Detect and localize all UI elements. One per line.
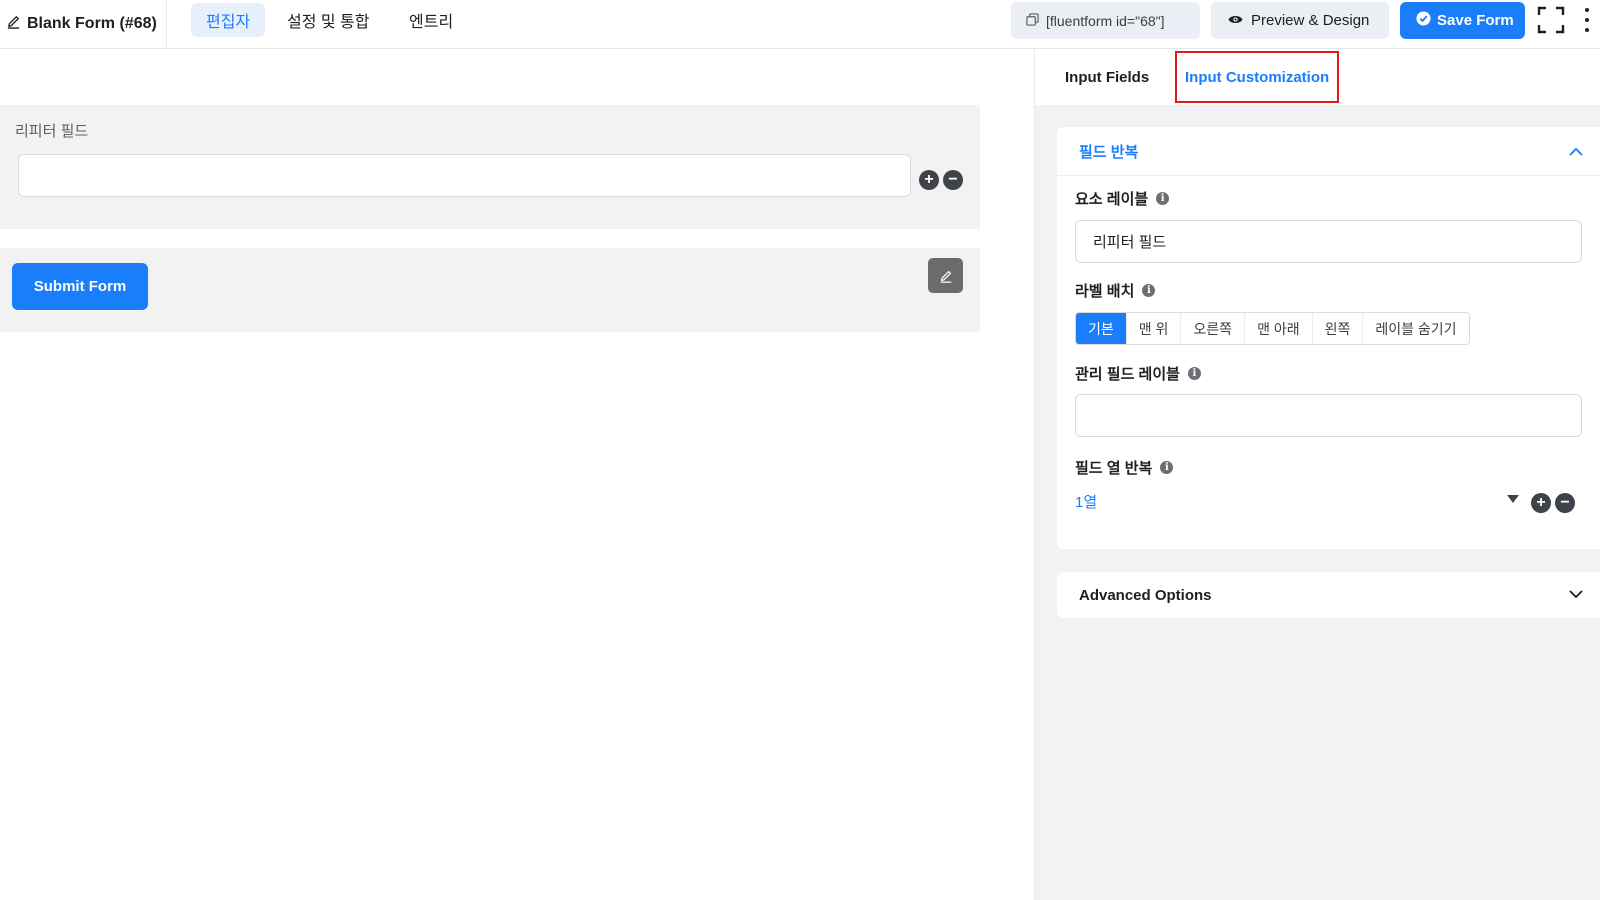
submit-form-button[interactable]: Submit Form (12, 263, 148, 310)
remove-row-icon[interactable]: − (943, 170, 963, 190)
top-bar: Blank Form (#68) 편집자 설정 및 통합 엔트리 [fluent… (0, 0, 1600, 49)
repeat-columns-text: 필드 열 반복 (1075, 460, 1153, 477)
label-placement-options: 기본 맨 위 오른쪽 맨 아래 왼쪽 레이블 숨기기 (1075, 312, 1470, 345)
advanced-options-title: Advanced Options (1079, 586, 1212, 604)
form-title: Blank Form (#68) (6, 0, 167, 48)
shortcode-copy-button[interactable]: [fluentform id="68"] (1011, 2, 1200, 39)
pencil-icon (6, 14, 21, 34)
add-column-icon[interactable]: + (1531, 493, 1551, 513)
form-title-text: Blank Form (#68) (27, 15, 157, 32)
copy-icon (1026, 12, 1039, 29)
repeat-columns-select[interactable]: 1열 (1075, 491, 1097, 512)
label-placement-title: 라벨 배치 i (1075, 280, 1156, 301)
info-icon[interactable]: i (1156, 192, 1170, 205)
admin-label-text: 관리 필드 레이블 (1075, 366, 1180, 383)
admin-label-title: 관리 필드 레이블 i (1075, 363, 1201, 384)
label-placement-text: 라벨 배치 (1075, 283, 1135, 300)
element-label-title: 요소 레이블 i (1075, 188, 1170, 209)
tab-input-customization[interactable]: Input Customization (1175, 51, 1340, 103)
form-canvas: 리피터 필드 + − Submit Form (0, 49, 1034, 900)
info-icon[interactable]: i (1160, 461, 1174, 474)
element-label-input[interactable]: 리피터 필드 (1075, 220, 1582, 263)
shortcode-text: [fluentform id="68"] (1046, 12, 1165, 29)
placement-option-left[interactable]: 왼쪽 (1312, 313, 1364, 344)
tab-input-fields[interactable]: Input Fields (1057, 49, 1157, 105)
repeater-field-label: 리피터 필드 (15, 123, 89, 140)
info-icon[interactable]: i (1187, 367, 1201, 380)
tab-entries[interactable]: 엔트리 (394, 3, 468, 37)
panel-title: 필드 반복 (1079, 143, 1139, 161)
preview-label: Preview & Design (1251, 12, 1370, 29)
check-circle-icon (1416, 11, 1431, 30)
tab-settings-integrations[interactable]: 설정 및 통합 (272, 3, 385, 37)
remove-column-icon[interactable]: − (1555, 493, 1575, 513)
advanced-options-header[interactable]: Advanced Options (1057, 572, 1600, 618)
placement-option-default[interactable]: 기본 (1076, 313, 1127, 344)
tab-editor[interactable]: 편집자 (191, 3, 266, 37)
placement-option-right[interactable]: 오른쪽 (1181, 313, 1246, 344)
repeat-columns-title: 필드 열 반복 i (1075, 457, 1174, 478)
info-icon[interactable]: i (1142, 284, 1156, 297)
panel-header[interactable]: 필드 반복 (1057, 127, 1600, 176)
field-settings-panel: 필드 반복 요소 레이블 i 리피터 필드 라벨 배치 i 기본 맨 위 오른쪽… (1057, 127, 1600, 549)
submit-block: Submit Form (0, 248, 980, 332)
repeater-field-input[interactable] (18, 154, 911, 197)
edit-icon[interactable] (928, 258, 963, 293)
sidebar-tabs: Input Fields Input Customization (1035, 49, 1600, 105)
repeater-field-block[interactable]: 리피터 필드 + − (0, 105, 980, 229)
fullscreen-icon[interactable] (1537, 6, 1565, 34)
settings-sidebar: Input Fields Input Customization 필드 반복 요… (1034, 49, 1600, 900)
placement-option-bottom[interactable]: 맨 아래 (1245, 313, 1313, 344)
element-label-text: 요소 레이블 (1075, 191, 1149, 208)
save-label: Save Form (1437, 12, 1514, 29)
placement-option-hide-label[interactable]: 레이블 숨기기 (1363, 313, 1469, 344)
chevron-up-icon[interactable] (1569, 145, 1583, 159)
chevron-down-icon[interactable] (1569, 587, 1583, 601)
placement-option-top[interactable]: 맨 위 (1126, 313, 1182, 344)
eye-icon (1228, 12, 1243, 29)
caret-down-icon[interactable] (1507, 495, 1519, 503)
more-options-icon[interactable] (1583, 8, 1591, 32)
preview-design-button[interactable]: Preview & Design (1211, 2, 1389, 39)
admin-label-input[interactable] (1075, 394, 1582, 437)
add-row-icon[interactable]: + (919, 170, 939, 190)
save-form-button[interactable]: Save Form (1400, 2, 1525, 39)
